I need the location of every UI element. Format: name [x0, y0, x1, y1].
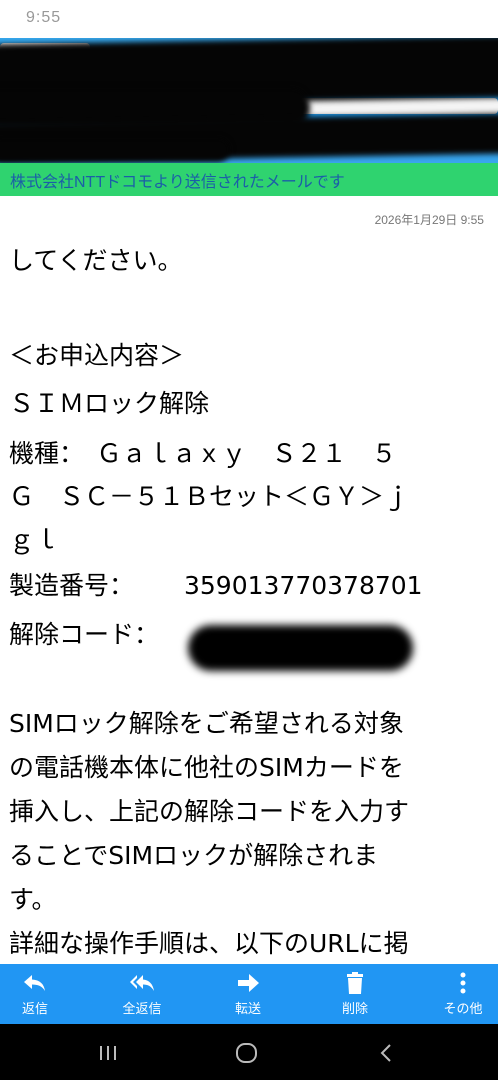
- body-line: Ｇ ＳＣ－５１Ｂセット＜ＧＹ＞ｊ: [9, 482, 410, 511]
- back-button[interactable]: [367, 1038, 407, 1068]
- redaction-block: [0, 138, 230, 162]
- status-bar: 9:55: [0, 0, 498, 38]
- body-line: 機種： Ｇａｌａｘｙ Ｓ２１ ５: [9, 439, 397, 468]
- reply-all-label: 全返信: [122, 1001, 162, 1016]
- serial-line: 製造番号： 359013770378701: [9, 563, 489, 609]
- mail-action-bar: 返信 全返信 転送 削除 その他: [0, 964, 498, 1024]
- reply-button[interactable]: 返信: [0, 964, 70, 1024]
- reply-label: 返信: [21, 1001, 48, 1016]
- delete-button[interactable]: 削除: [320, 964, 390, 1024]
- body-line: ることでSIMロックが解除されま: [9, 841, 379, 870]
- serial-number: 359013770378701: [184, 571, 423, 600]
- unlock-code-redaction: [188, 625, 413, 671]
- body-line: ＳＩＭロック解除: [9, 389, 210, 418]
- body-line: SIMロック解除をご希望される対象: [9, 709, 404, 738]
- more-label: その他: [443, 1001, 483, 1016]
- recent-apps-icon: [100, 1046, 116, 1060]
- reply-all-icon: [130, 975, 154, 991]
- forward-icon: [238, 974, 259, 992]
- home-button[interactable]: [227, 1038, 267, 1068]
- forward-button[interactable]: 転送: [213, 964, 283, 1024]
- forward-label: 転送: [234, 1001, 261, 1016]
- body-line: 挿入し、上記の解除コードを入力す: [9, 797, 410, 826]
- back-icon: [380, 1044, 391, 1062]
- sender-info-banner: 株式会社NTTドコモより送信されたメールです: [0, 163, 498, 196]
- reply-icon: [24, 975, 45, 991]
- body-line: す。: [9, 885, 57, 914]
- body-line: の電話機本体に他社のSIMカードを: [9, 753, 404, 782]
- more-vertical-icon: [460, 972, 466, 994]
- recent-apps-button[interactable]: [88, 1038, 128, 1068]
- home-icon: [236, 1043, 257, 1063]
- status-time: 9:55: [26, 9, 62, 26]
- unlock-code-label: 解除コード：: [9, 620, 160, 649]
- banner-text: 株式会社NTTドコモより送信されたメールです: [10, 174, 345, 191]
- system-nav-bar: [0, 1024, 498, 1080]
- body-line: ＜お申込内容＞: [9, 341, 185, 370]
- more-button[interactable]: その他: [428, 964, 498, 1024]
- body-line: 詳細な操作手順は、以下のURLに掲: [9, 929, 409, 958]
- delete-label: 削除: [341, 1001, 368, 1016]
- reply-all-button[interactable]: 全返信: [107, 964, 177, 1024]
- mail-header: [0, 38, 498, 163]
- serial-label: 製造番号：: [9, 571, 135, 600]
- body-line: してください。: [9, 246, 183, 275]
- body-line: ｇｌ: [9, 525, 60, 554]
- trash-icon: [347, 972, 363, 994]
- mail-timestamp: 2026年1月29日 9:55: [374, 213, 484, 227]
